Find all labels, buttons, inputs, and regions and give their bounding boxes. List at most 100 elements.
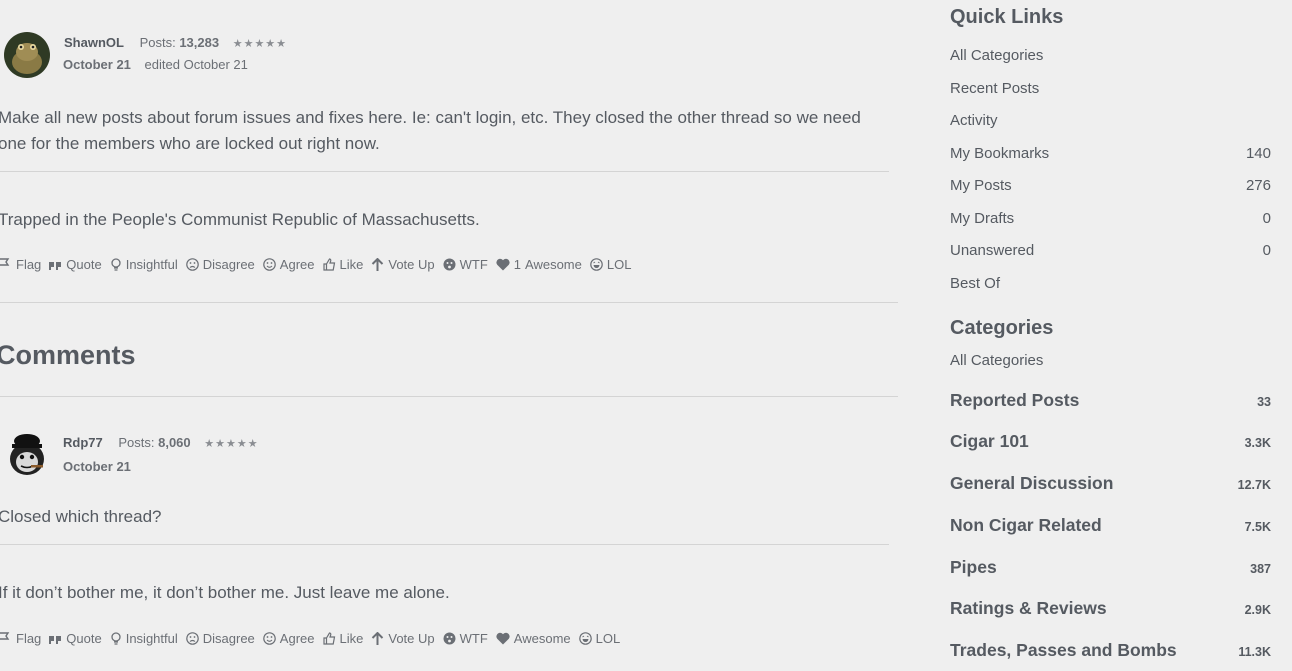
flag-button[interactable]: Flag: [0, 257, 41, 272]
category-general-discussion[interactable]: General Discussion 12.7K: [950, 473, 1271, 494]
category-label: Ratings & Reviews: [950, 598, 1107, 618]
arrow-up-icon: [372, 258, 384, 271]
awesome-button[interactable]: 1 Awesome: [496, 257, 582, 272]
awesome-label: Awesome: [525, 257, 582, 272]
comment-body: Closed which thread?: [0, 507, 162, 526]
category-count: 7.5K: [1244, 520, 1271, 534]
insightful-button[interactable]: Insightful: [110, 257, 178, 272]
like-label: Like: [339, 631, 364, 646]
lol-button[interactable]: LOL: [590, 257, 631, 272]
wtf-button[interactable]: WTF: [443, 631, 488, 646]
post-author-name[interactable]: ShawnOL: [64, 35, 124, 50]
surprised-icon: [443, 258, 456, 271]
lol-button[interactable]: LOL: [578, 631, 621, 646]
quick-link-count: 276: [1245, 177, 1271, 194]
quote-label: Quote: [66, 257, 102, 272]
comment-signature-divider: [0, 544, 889, 545]
flag-button[interactable]: Flag: [0, 631, 41, 646]
disagree-button[interactable]: Disagree: [185, 257, 255, 272]
quick-links-title: Quick Links: [950, 6, 1064, 28]
quick-link-my-posts[interactable]: My Posts 276: [950, 177, 1271, 194]
category-label: General Discussion: [950, 473, 1114, 493]
quick-link-count: 140: [1245, 145, 1271, 162]
quick-link-label: My Drafts: [950, 210, 1015, 227]
wtf-label: WTF: [459, 631, 488, 646]
lol-label: LOL: [595, 631, 621, 646]
quick-link-best-of[interactable]: Best Of: [950, 275, 1271, 292]
quick-link-activity[interactable]: Activity: [950, 112, 1271, 129]
quick-link-unanswered[interactable]: Unanswered 0: [950, 242, 1271, 259]
surprised-icon: [443, 632, 456, 645]
quick-link-my-drafts[interactable]: My Drafts 0: [950, 210, 1271, 227]
discussion-main: ShawnOL Posts: 13,283 ★★★★★ October 21 e…: [0, 0, 900, 671]
agree-button[interactable]: Agree: [262, 631, 315, 646]
avatar-shawnol[interactable]: [4, 32, 50, 78]
comment-posts-count: 8,060: [158, 435, 191, 450]
quote-button[interactable]: Quote: [49, 631, 102, 646]
categories-title: Categories: [950, 317, 1054, 339]
insightful-label: Insightful: [125, 257, 178, 272]
vote-up-button[interactable]: Vote Up: [371, 631, 435, 646]
comment-reactions: Flag Quote Insightful Disagree Agree Lik…: [0, 631, 628, 646]
category-label: Cigar 101: [950, 431, 1029, 451]
agree-button[interactable]: Agree: [262, 257, 315, 272]
category-non-cigar-related[interactable]: Non Cigar Related 7.5K: [950, 515, 1271, 536]
category-all-categories[interactable]: All Categories: [950, 352, 1271, 369]
thumbs-up-icon: [322, 632, 335, 645]
category-reported-posts[interactable]: Reported Posts 33: [950, 390, 1271, 411]
category-ratings-reviews[interactable]: Ratings & Reviews 2.9K: [950, 598, 1271, 619]
flag-label: Flag: [16, 257, 42, 272]
comment-author-name[interactable]: Rdp77: [63, 435, 103, 450]
awesome-label: Awesome: [513, 631, 571, 646]
quick-link-all-categories[interactable]: All Categories: [950, 47, 1271, 64]
quick-link-label: My Posts: [950, 177, 1012, 194]
vote-up-label: Vote Up: [388, 631, 435, 646]
sidebar: Quick Links All Categories Recent Posts …: [950, 0, 1272, 671]
category-label: Reported Posts: [950, 390, 1080, 410]
smile-icon: [262, 258, 276, 271]
category-pipes[interactable]: Pipes 387: [950, 557, 1271, 578]
category-count: 2.9K: [1244, 603, 1271, 617]
awesome-button[interactable]: Awesome: [496, 631, 571, 646]
like-button[interactable]: Like: [322, 257, 364, 272]
disagree-button[interactable]: Disagree: [185, 631, 255, 646]
quote-button[interactable]: Quote: [49, 257, 102, 272]
comment-signature: If it don’t bother me, it don’t bother m…: [0, 583, 450, 602]
post-signature: Trapped in the People's Communist Republ…: [0, 210, 480, 229]
avatar-rdp77[interactable]: [4, 432, 50, 478]
frown-icon: [185, 632, 199, 645]
comment-date[interactable]: October 21: [63, 459, 131, 474]
comments-divider: [0, 396, 898, 397]
category-all-label: All Categories: [950, 352, 1044, 369]
quick-link-label: Best Of: [950, 275, 1001, 292]
quick-link-count: 0: [1262, 210, 1271, 227]
wtf-button[interactable]: WTF: [443, 257, 488, 272]
quick-link-label: Activity: [950, 112, 998, 129]
comment-posts-label: Posts:: [118, 435, 155, 450]
category-cigar-101[interactable]: Cigar 101 3.3K: [950, 431, 1271, 452]
comment-author-line: Rdp77 Posts: 8,060 ★★★★★: [63, 435, 259, 450]
awesome-count: 1: [513, 257, 522, 272]
quick-link-count: 0: [1262, 242, 1271, 259]
category-count: 11.3K: [1238, 645, 1271, 659]
quick-link-label: Recent Posts: [950, 80, 1040, 97]
quick-link-recent-posts[interactable]: Recent Posts: [950, 80, 1271, 97]
quick-link-my-bookmarks[interactable]: My Bookmarks 140: [950, 145, 1271, 162]
signature-divider: [0, 171, 889, 172]
like-button[interactable]: Like: [322, 631, 364, 646]
frown-icon: [185, 258, 199, 271]
category-label: Trades, Passes and Bombs: [950, 640, 1177, 660]
laugh-icon: [578, 632, 592, 645]
post-posts-count: 13,283: [179, 35, 220, 50]
post-author-line: ShawnOL Posts: 13,283 ★★★★★: [64, 35, 287, 50]
thumbs-up-icon: [322, 258, 335, 271]
flag-icon: [0, 258, 10, 266]
insightful-label: Insightful: [125, 631, 178, 646]
category-trades-passes-bombs[interactable]: Trades, Passes and Bombs 11.3K: [950, 640, 1271, 661]
like-label: Like: [339, 257, 364, 272]
quick-link-label: All Categories: [950, 47, 1044, 64]
insightful-button[interactable]: Insightful: [110, 631, 178, 646]
disagree-label: Disagree: [202, 257, 255, 272]
vote-up-button[interactable]: Vote Up: [371, 257, 435, 272]
post-date[interactable]: October 21: [63, 57, 131, 72]
